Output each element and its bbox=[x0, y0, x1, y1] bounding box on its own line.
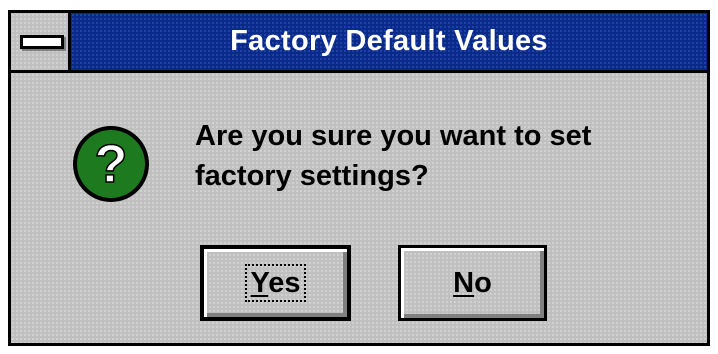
no-mnemonic: N bbox=[453, 266, 475, 299]
yes-mnemonic: Y bbox=[250, 267, 269, 299]
message-line-1: Are you sure you want to set bbox=[195, 120, 592, 152]
minus-bar-icon bbox=[20, 35, 64, 49]
yes-label-rest: es bbox=[268, 267, 301, 299]
dialog-title: Factory Default Values bbox=[230, 25, 548, 57]
no-label-rest: o bbox=[474, 266, 492, 299]
system-menu-button[interactable] bbox=[11, 13, 71, 70]
yes-button-label: Yes bbox=[245, 264, 306, 302]
no-button-label: No bbox=[453, 267, 492, 300]
factory-defaults-dialog: Factory Default Values ? Are you sure yo… bbox=[8, 10, 710, 346]
question-icon: ? bbox=[73, 126, 149, 202]
yes-button[interactable]: Yes bbox=[200, 245, 351, 321]
message-text: Are you sure you want to set factory set… bbox=[195, 116, 695, 196]
question-glyph: ? bbox=[95, 134, 128, 194]
title-bar: Factory Default Values bbox=[11, 13, 707, 73]
no-button[interactable]: No bbox=[398, 245, 547, 321]
message-line-2: factory settings? bbox=[195, 160, 429, 192]
